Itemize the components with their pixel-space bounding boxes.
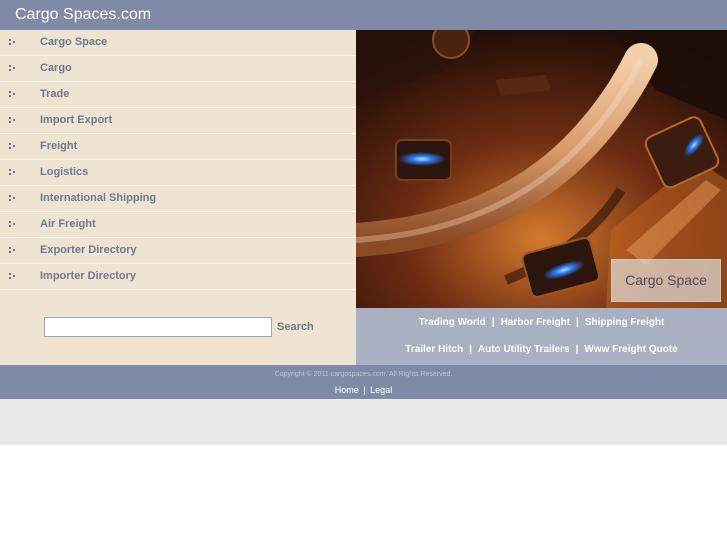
sidebar-item-label[interactable]: International Shipping [40,192,156,204]
bullet-icon [9,116,19,126]
bullet-icon [9,194,19,204]
related-links-bar: Trading World | Harbor Freight | Shipping Fr… [356,308,727,365]
sidebar-nav: Cargo Space Cargo Trade Import Export Fr… [0,30,356,290]
link-separator: | [576,317,579,328]
link-separator: | [469,344,472,355]
site-footer: Copyright © 2011 cargospaces.com. All Ri… [0,365,727,399]
sidebar-item-label[interactable]: Cargo [40,62,72,74]
bullet-icon [9,64,19,74]
links-row: Trading World | Harbor Freight | Shipping Fr… [356,317,727,328]
bottom-band [0,399,727,445]
sidebar-item-label[interactable]: Exporter Directory [40,244,137,256]
site-header: Cargo Spaces.com [0,0,727,30]
link-separator: | [491,317,495,328]
footer-divider: | [363,385,366,395]
link-harbor-freight[interactable]: Harbor Freight [501,317,570,328]
bullet-icon [9,272,19,282]
sidebar-item-label[interactable]: Logistics [40,166,88,178]
hero-caption[interactable]: Cargo Space [612,272,720,288]
bullet-icon [9,90,19,100]
link-trading-world[interactable]: Trading World [419,317,486,328]
site-title[interactable]: Cargo Spaces.com [15,6,151,24]
footer-links: Home | Legal [0,385,727,395]
sidebar-item-international-shipping[interactable]: International Shipping [0,186,356,212]
link-trailer-hitch[interactable]: Trailer Hitch [405,344,463,355]
footer-legal-link[interactable]: Legal [370,385,392,395]
link-separator: | [575,344,579,355]
sidebar-item-label[interactable]: Cargo Space [40,36,107,48]
link-auto-utility-trailers[interactable]: Auto Utility Trailers [478,344,570,355]
bullet-icon [9,142,19,152]
sidebar-item-cargo[interactable]: Cargo [0,56,356,82]
bullet-icon [9,38,19,48]
sidebar-item-import-export[interactable]: Import Export [0,108,356,134]
sidebar-item-cargo-space[interactable]: Cargo Space [0,30,356,56]
footer-home-link[interactable]: Home [335,385,359,395]
bullet-icon [9,246,19,256]
sidebar: Cargo Space Cargo Trade Import Export Fr… [0,30,356,365]
sidebar-item-air-freight[interactable]: Air Freight [0,212,356,238]
sidebar-item-label[interactable]: Import Export [40,114,112,126]
hero-caption-box: Cargo Space [611,259,721,302]
bullet-icon [9,168,19,178]
links-row: Trailer Hitch | Auto Utility Trailers | Www … [356,344,727,355]
link-shipping-freight[interactable]: Shipping Freight [585,317,664,328]
copyright-text: Copyright © 2011 cargospaces.com. All Ri… [274,371,453,378]
sidebar-item-trade[interactable]: Trade [0,82,356,108]
sidebar-item-importer-directory[interactable]: Importer Directory [0,264,356,290]
search-button[interactable]: Search [277,321,314,333]
sidebar-item-exporter-directory[interactable]: Exporter Directory [0,238,356,264]
sidebar-item-label[interactable]: Trade [40,88,69,100]
search-input[interactable] [44,317,272,337]
link-www-freight-quote[interactable]: Www Freight Quote [584,344,677,355]
sidebar-item-label[interactable]: Air Freight [40,218,96,230]
sidebar-item-label[interactable]: Importer Directory [40,270,136,282]
sidebar-item-freight[interactable]: Freight [0,134,356,160]
sidebar-item-logistics[interactable]: Logistics [0,160,356,186]
bullet-icon [9,220,19,230]
sidebar-item-label[interactable]: Freight [40,140,77,152]
